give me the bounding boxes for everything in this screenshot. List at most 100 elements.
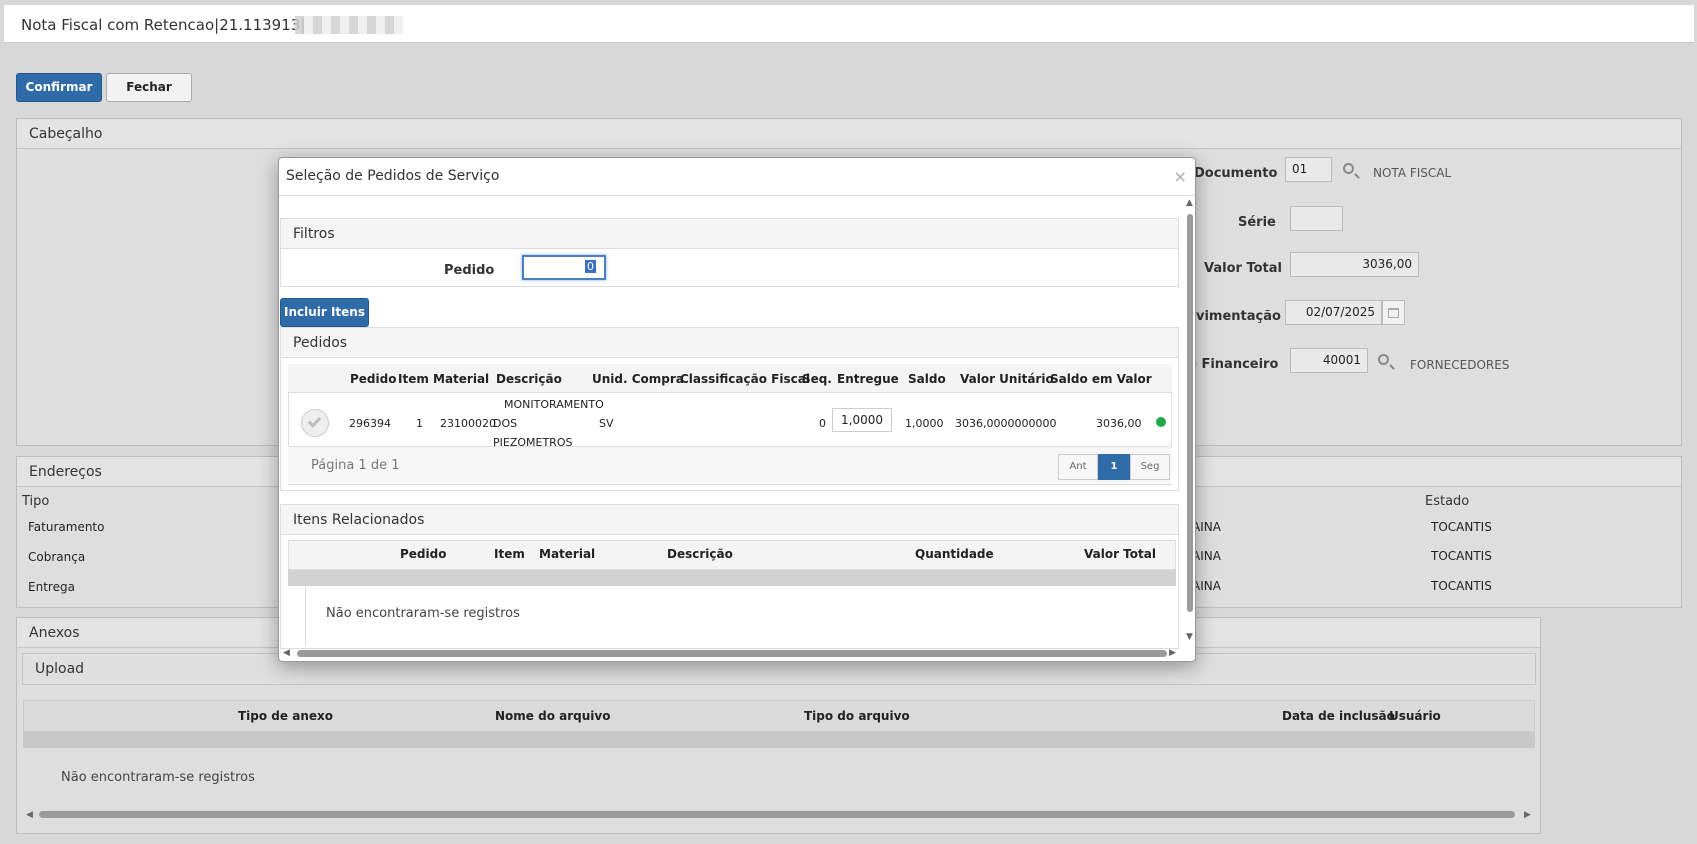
- address-estado: TOCANTIS: [1431, 579, 1492, 593]
- header-panel-heading: Cabeçalho: [17, 119, 1681, 149]
- valor-total-field[interactable]: 3036,00: [1290, 252, 1419, 277]
- attachments-col-data: Data de inclusão: [1282, 709, 1395, 723]
- filter-pedido-label: Pedido: [444, 263, 495, 278]
- serie-label: Série: [1238, 215, 1276, 230]
- search-icon[interactable]: [1378, 354, 1389, 365]
- order-material: 23100020: [440, 417, 496, 430]
- select-row-checkbox[interactable]: [301, 409, 329, 437]
- related-indent-line: [305, 586, 306, 646]
- serie-field[interactable]: [1290, 206, 1343, 231]
- address-estado: TOCANTIS: [1431, 549, 1492, 563]
- order-saldo-valor: 3036,00: [1096, 417, 1142, 430]
- address-tipo: Cobrança: [28, 550, 86, 564]
- related-col-valor-total: Valor Total: [1084, 547, 1156, 561]
- address-col-tipo: Tipo: [22, 494, 50, 509]
- pagination-page-1[interactable]: 1: [1098, 454, 1130, 480]
- address-city: AINA: [1192, 520, 1221, 534]
- related-col-material: Material: [539, 547, 596, 561]
- related-empty-message: Não encontraram-se registros: [326, 606, 520, 621]
- order-pedido: 296394: [349, 417, 391, 430]
- redacted-text: [295, 16, 403, 34]
- orders-col-pedido: Pedido: [350, 372, 397, 386]
- address-city: AINA: [1192, 549, 1221, 563]
- related-group-row: [288, 570, 1176, 586]
- pagination-prev-button[interactable]: Ant: [1058, 454, 1098, 480]
- pagination-next-button[interactable]: Seg: [1130, 454, 1170, 480]
- order-selection-modal: Seleção de Pedidos de Serviço × Filtros …: [278, 157, 1196, 662]
- calendar-icon[interactable]: [1382, 300, 1405, 325]
- attachments-group-row: [23, 732, 1535, 748]
- page-title: Nota Fiscal com Retencao|21.113913|: [21, 16, 306, 34]
- orders-col-unid: Unid. Compra: [592, 372, 684, 386]
- address-tipo: Entrega: [28, 580, 75, 594]
- orders-col-classificacao: Classificação Fiscal: [680, 372, 810, 386]
- orders-col-descricao: Descrição: [496, 372, 562, 386]
- movimentacao-label: vimentação: [1196, 309, 1281, 324]
- scroll-left-arrow[interactable]: ◀: [283, 648, 290, 658]
- related-col-quantidade: Quantidade: [915, 547, 994, 561]
- filters-panel: Filtros Pedido 0: [280, 218, 1179, 287]
- financeiro-field[interactable]: 40001: [1290, 348, 1368, 373]
- order-saldo: 1,0000: [905, 417, 944, 430]
- address-tipo: Faturamento: [28, 520, 105, 534]
- orders-heading: Pedidos: [281, 328, 1178, 358]
- attachments-horizontal-scrollbar[interactable]: [39, 811, 1515, 818]
- movimentacao-date-field[interactable]: 02/07/2025: [1285, 300, 1382, 325]
- order-descricao: DOS: [493, 417, 518, 430]
- documento-description: NOTA FISCAL: [1373, 166, 1452, 180]
- order-seq: 0: [819, 417, 826, 430]
- confirm-button[interactable]: Confirmar: [16, 73, 102, 102]
- modal-horizontal-scrollbar[interactable]: [297, 650, 1167, 657]
- related-col-pedido: Pedido: [400, 547, 447, 561]
- order-entregue-input[interactable]: 1,0000: [832, 408, 892, 432]
- financeiro-description: FORNECEDORES: [1410, 358, 1510, 372]
- address-estado: TOCANTIS: [1431, 520, 1492, 534]
- related-col-item: Item: [494, 547, 525, 561]
- orders-panel: Pedidos Pedido Item Material Descrição U…: [280, 327, 1179, 491]
- orders-col-saldo: Saldo: [908, 372, 946, 386]
- scroll-down-arrow[interactable]: ▼: [1186, 632, 1193, 642]
- documento-label: Documento: [1194, 166, 1278, 181]
- scroll-left-arrow[interactable]: ◀: [26, 810, 33, 820]
- order-item: 1: [416, 417, 423, 430]
- search-icon[interactable]: [1343, 163, 1354, 174]
- orders-col-seq: Seq.: [802, 372, 832, 386]
- attachments-col-usuario: Usuário: [1389, 709, 1441, 723]
- modal-divider: [279, 195, 1195, 196]
- order-unid: SV: [599, 417, 614, 430]
- orders-col-material: Material: [433, 372, 490, 386]
- include-items-button[interactable]: Incluir Itens: [280, 298, 369, 327]
- order-valor-unitario: 3036,0000000000: [955, 417, 1057, 430]
- documento-field[interactable]: 01: [1285, 157, 1332, 182]
- pagination-info: Página 1 de 1: [311, 458, 400, 473]
- orders-pagination-bar: [288, 446, 1172, 484]
- filters-heading: Filtros: [281, 219, 1178, 249]
- scroll-up-arrow[interactable]: ▲: [1186, 198, 1193, 208]
- attachments-col-tipo: Tipo de anexo: [238, 709, 333, 723]
- close-button[interactable]: Fechar: [106, 73, 192, 102]
- status-indicator: [1156, 417, 1166, 427]
- attachments-empty-message: Não encontraram-se registros: [61, 770, 255, 785]
- modal-title: Seleção de Pedidos de Serviço: [286, 168, 500, 184]
- modal-vertical-scrollbar[interactable]: [1187, 214, 1193, 612]
- orders-col-saldo-valor: Saldo em Valor: [1050, 372, 1152, 386]
- scroll-right-arrow[interactable]: ▶: [1169, 648, 1176, 658]
- filter-pedido-input[interactable]: 0: [522, 255, 606, 280]
- address-city: AINA: [1192, 579, 1221, 593]
- orders-col-valor-unitario: Valor Unitário: [960, 372, 1054, 386]
- financeiro-label: o Financeiro: [1188, 357, 1279, 372]
- scroll-right-arrow[interactable]: ▶: [1524, 810, 1531, 820]
- orders-col-entregue: Entregue: [837, 372, 899, 386]
- related-col-descricao: Descrição: [667, 547, 733, 561]
- close-icon[interactable]: ×: [1174, 167, 1187, 186]
- attachments-col-nome: Nome do arquivo: [495, 709, 611, 723]
- address-col-estado: Estado: [1425, 494, 1470, 509]
- orders-col-item: Item: [398, 372, 429, 386]
- filter-pedido-value: 0: [585, 260, 596, 273]
- order-descricao: MONITORAMENTO: [504, 398, 604, 411]
- title-bar: Nota Fiscal com Retencao|21.113913|: [4, 5, 1694, 43]
- related-items-panel: Itens Relacionados Pedido Item Material …: [280, 504, 1179, 649]
- related-items-heading: Itens Relacionados: [281, 505, 1178, 535]
- attachments-col-tipo-arquivo: Tipo do arquivo: [804, 709, 910, 723]
- valor-total-label: Valor Total: [1204, 261, 1282, 276]
